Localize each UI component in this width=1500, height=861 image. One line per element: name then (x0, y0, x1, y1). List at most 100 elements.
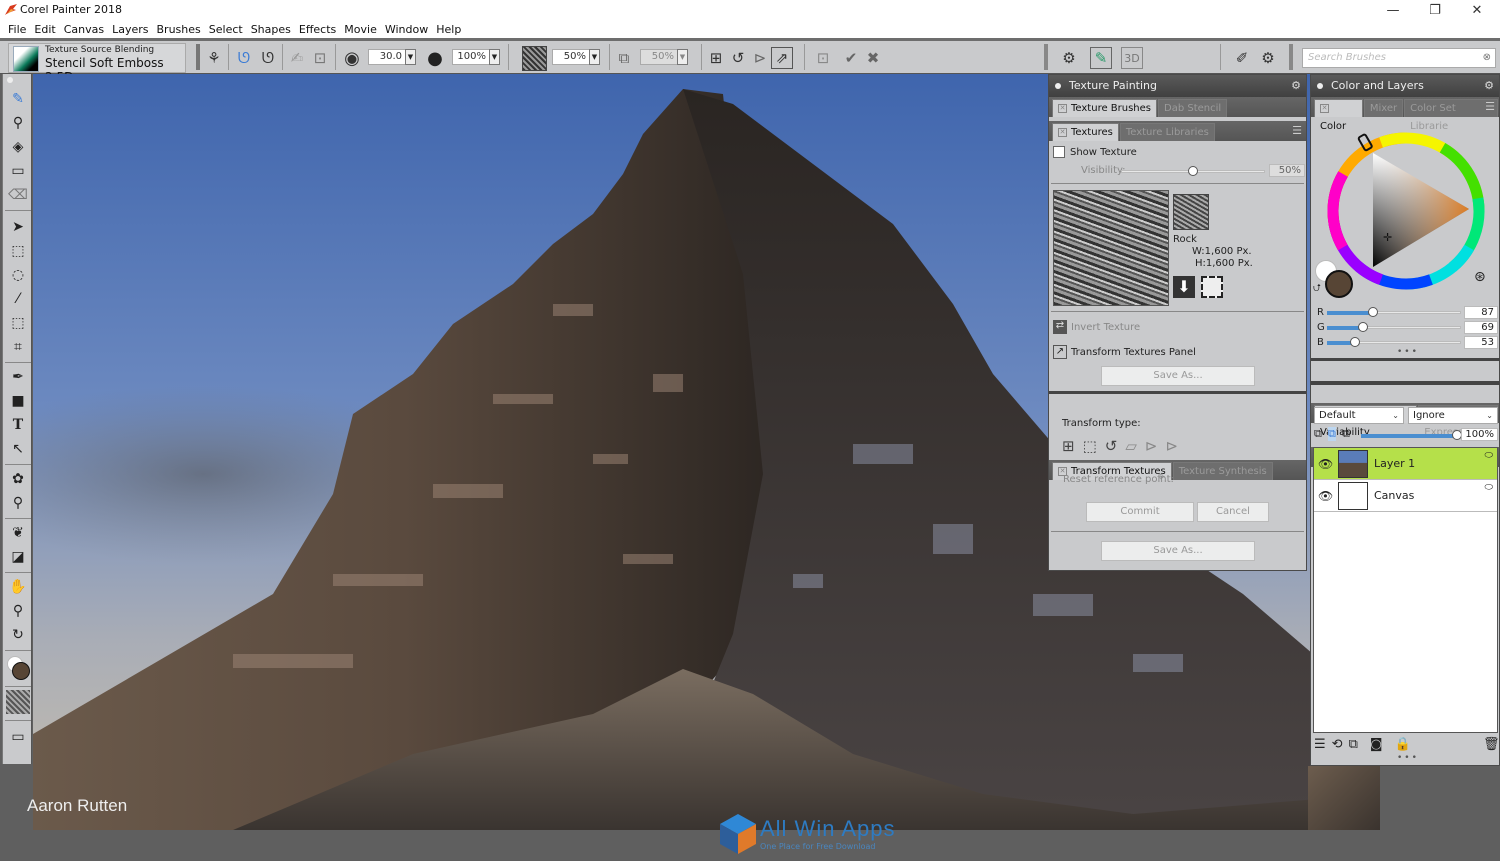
eye-visibility-icon[interactable]: 👁 (1318, 457, 1333, 471)
eraser-tool-icon[interactable]: ⌫ (6, 184, 30, 206)
texture-scale-field[interactable]: 50% (552, 49, 590, 65)
visibility-slider-thumb[interactable] (1188, 166, 1198, 176)
grabber-icon[interactable]: ✋ (6, 576, 30, 598)
rotate-page-icon[interactable]: ↻ (6, 624, 30, 646)
preserve-transparency-icon[interactable]: ⧉ (1314, 427, 1322, 441)
duplicate-layer-icon[interactable]: ⧉ (1349, 737, 1358, 752)
g-value[interactable]: 69 (1464, 321, 1498, 334)
save-texture-icon[interactable]: ⊡ (812, 47, 834, 69)
move-transform-icon[interactable]: ⊞ (1062, 437, 1075, 455)
r-value[interactable]: 87 (1464, 306, 1498, 319)
show-texture-checkbox[interactable] (1053, 146, 1065, 158)
composite-depth-select[interactable]: Ignore ⌄ (1408, 407, 1498, 424)
panel-options-icon[interactable]: ⚙ (1291, 75, 1301, 97)
commit-icon[interactable]: ✔ (840, 47, 862, 69)
crop-icon[interactable]: ⌗ (6, 336, 30, 358)
delete-layer-icon[interactable]: 🗑 (1483, 737, 1500, 752)
menu-canvas[interactable]: Canvas (60, 23, 108, 36)
straight-line-stroke-icon[interactable]: ᘎ (257, 47, 279, 69)
rotate-icon[interactable]: ↺ (727, 47, 749, 69)
tab-mixer[interactable]: Mixer (1363, 99, 1404, 117)
stroke-attributes-icon[interactable]: ✍ (286, 47, 308, 69)
brush-controls-icon[interactable]: ✐ (1231, 47, 1253, 69)
main-color-swatch[interactable] (12, 662, 30, 680)
3d-brush-icon[interactable]: 3D (1121, 47, 1143, 69)
cancel-button[interactable]: Cancel (1197, 502, 1269, 522)
texture-swatch-icon[interactable] (522, 46, 547, 71)
dab-stencil-icon[interactable]: ⊡ (309, 47, 331, 69)
layer-adjuster-icon[interactable]: ➤ (6, 216, 30, 238)
panel-options-icon[interactable]: ⚙ (1484, 75, 1494, 97)
menu-movie[interactable]: Movie (340, 23, 381, 36)
shape-tool-icon[interactable]: ■ (6, 390, 30, 412)
invert-texture-label[interactable]: Invert Texture (1071, 322, 1140, 333)
paper-swatch-icon[interactable] (6, 690, 30, 714)
tab-texture-brushes[interactable]: ✕ Texture Brushes (1052, 99, 1158, 117)
transform-move-icon[interactable]: ⊞ (705, 47, 727, 69)
b-value[interactable]: 53 (1464, 336, 1498, 349)
rubber-stamp-icon[interactable]: ⚲ (6, 492, 30, 514)
clear-search-icon[interactable]: ⊗ (1483, 52, 1491, 63)
tab-color[interactable]: ✕Color (1314, 99, 1363, 132)
source-opacity-field[interactable]: 50% (640, 49, 678, 65)
freehand-stroke-icon[interactable]: ᘎ (233, 47, 255, 69)
arrange-palettes-icon[interactable]: ⚙ (1058, 47, 1080, 69)
rotate-transform-icon[interactable]: ↺ (1105, 437, 1118, 455)
pick-up-underlying-color-icon[interactable]: ⧉ (1328, 427, 1336, 441)
menu-help[interactable]: Help (432, 23, 465, 36)
screen-mode-icon[interactable]: ▭ (6, 726, 30, 748)
tab-dab-stencil[interactable]: Dab Stencil (1158, 99, 1228, 117)
toolbar-grip[interactable] (1289, 44, 1293, 70)
magic-wand-icon[interactable]: ⁄ (6, 288, 30, 310)
source-image-icon[interactable]: ⧉ (613, 47, 635, 69)
brush-tool-icon[interactable]: ✎ (6, 88, 30, 110)
texture-thumbnail[interactable] (1173, 194, 1209, 230)
distort-transform-icon[interactable]: ⊳ (1145, 437, 1158, 455)
tab-texture-libraries[interactable]: Texture Libraries (1119, 123, 1215, 141)
skew-transform-icon[interactable]: ▱ (1125, 437, 1137, 455)
save-as-button-2[interactable]: Save As... (1101, 541, 1255, 561)
close-tab-icon[interactable]: ✕ (1320, 103, 1329, 113)
minimize-button[interactable]: — (1370, 0, 1416, 20)
menu-edit[interactable]: Edit (30, 23, 59, 36)
selection-adjuster-icon[interactable]: ⬚ (6, 312, 30, 334)
invert-texture-icon[interactable]: ⇄ (1053, 320, 1067, 334)
cancel-icon[interactable]: ✖ (862, 47, 884, 69)
brush-selector[interactable]: Texture Source Blending Stencil Soft Emb… (8, 43, 186, 84)
text-tool-icon[interactable]: T (6, 414, 30, 436)
menu-layers[interactable]: Layers (108, 23, 152, 36)
composite-method-select[interactable]: Default ⌄ (1314, 407, 1404, 424)
distort-icon[interactable]: ⊳ (749, 47, 771, 69)
layer-row-layer-1[interactable]: 👁 Layer 1 ⬭ (1314, 448, 1497, 480)
menu-file[interactable]: File (4, 23, 30, 36)
reset-reference-icon[interactable]: ⌖ (1157, 469, 1165, 485)
g-slider-thumb[interactable] (1358, 322, 1369, 332)
magnifier-icon[interactable]: ⚲ (6, 600, 30, 622)
layer-mask-icon[interactable]: ◙ (1370, 737, 1383, 752)
r-slider-thumb[interactable] (1367, 307, 1378, 317)
panel-header[interactable]: Texture Painting ⚙ (1049, 75, 1306, 97)
cloner-tool-icon[interactable]: ✿ (6, 468, 30, 490)
panel-grip-icon[interactable] (1317, 83, 1323, 89)
paint-bucket-tool-icon[interactable]: ◈ (6, 136, 30, 158)
eye-visibility-icon[interactable]: 👁 (1318, 489, 1333, 503)
menu-window[interactable]: Window (381, 23, 432, 36)
color-picker-crosshair-icon[interactable]: ✛ (1383, 231, 1392, 244)
visibility-value[interactable]: 50% (1269, 164, 1305, 177)
main-color-chip[interactable] (1325, 270, 1353, 298)
perspective-guides-icon[interactable]: ◪ (6, 546, 30, 568)
download-texture-icon[interactable]: ⬇ (1173, 276, 1195, 298)
reset-tool-icon[interactable]: ⚘ (203, 47, 225, 69)
transform-textures-panel-label[interactable]: Transform Textures Panel (1071, 347, 1196, 358)
save-as-button[interactable]: Save As... (1101, 366, 1255, 386)
opacity-dropdown[interactable]: ▼ (489, 49, 500, 65)
gradient-tool-icon[interactable]: ▭ (6, 160, 30, 182)
restore-button[interactable]: ❐ (1412, 0, 1458, 20)
panel-resize-handle[interactable]: ••• (1397, 347, 1419, 357)
commit-button[interactable]: Commit (1086, 502, 1194, 522)
toolbox-grip[interactable] (7, 77, 13, 83)
transform-panel-icon[interactable]: ↗ (1053, 345, 1067, 359)
mirror-painting-icon[interactable]: ❦ (6, 522, 30, 544)
menu-effects[interactable]: Effects (295, 23, 340, 36)
color-stamp-icon[interactable]: ⊛ (1474, 269, 1486, 285)
